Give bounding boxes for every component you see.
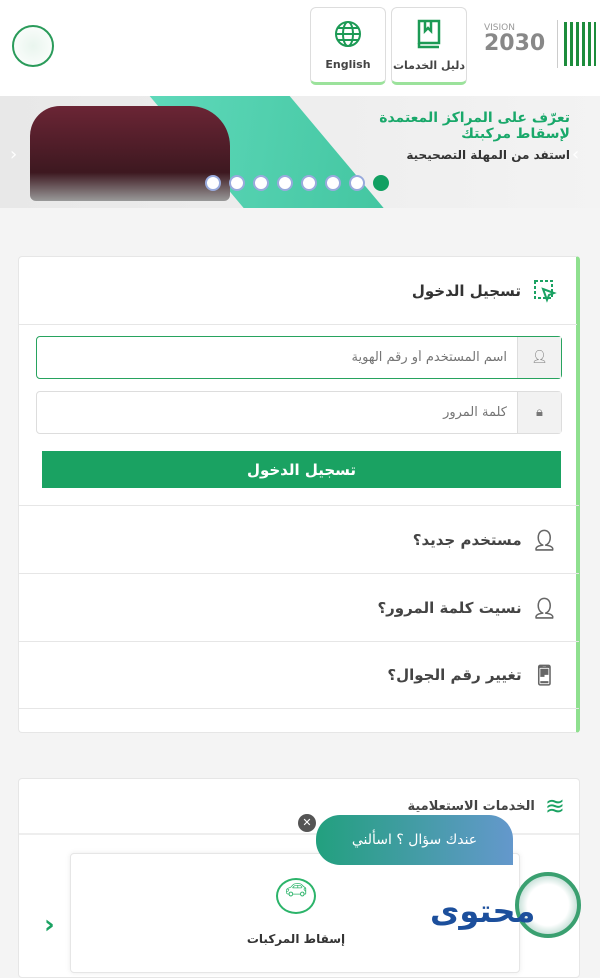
absher-logo <box>564 22 596 66</box>
book-icon <box>417 19 441 48</box>
login-title: تسجيل الدخول <box>411 281 521 300</box>
login-submit-button[interactable]: تسجيل الدخول <box>42 451 561 488</box>
carousel-dot[interactable] <box>349 175 365 191</box>
car-cancel-icon: 🚗︎ <box>276 878 316 914</box>
add-user-icon: 👤︎ <box>531 527 557 552</box>
globe-icon <box>335 20 361 47</box>
emblem-logo <box>12 25 54 67</box>
carousel-dot[interactable] <box>253 175 269 191</box>
english-label: English <box>325 57 371 71</box>
change-mobile-link[interactable]: 📱︎ تغيير رقم الجوال؟ <box>19 641 579 709</box>
watermark-logo: محتوى <box>430 892 536 930</box>
change-mobile-label: تغيير رقم الجوال؟ <box>387 666 522 684</box>
carousel-dot-active[interactable] <box>373 175 389 191</box>
layers-icon: ≋ <box>544 792 565 820</box>
service-label: إسقاط المركبات <box>246 932 346 946</box>
banner-caption: استفد من المهلة التصحيحية <box>406 148 570 162</box>
carousel-dots <box>205 175 389 191</box>
inquiry-title: الخدمات الاستعلامية <box>407 798 535 814</box>
header: English دليل الخدمات VISION 2030 <box>0 0 600 96</box>
banner-headline: تعرّف على المراكز المعتمدة <box>379 110 570 126</box>
carousel-dot[interactable] <box>325 175 341 191</box>
forgot-password-link[interactable]: 👤︎ نسيت كلمة المرور؟ <box>19 573 579 641</box>
login-cursor-icon <box>534 279 557 303</box>
car-image <box>30 106 230 201</box>
carousel-dot[interactable] <box>205 175 221 191</box>
carousel-dot[interactable] <box>301 175 317 191</box>
english-button[interactable]: English <box>310 7 386 85</box>
carousel-dot[interactable] <box>277 175 293 191</box>
carousel-left-arrow[interactable]: ‹ <box>44 910 55 940</box>
username-input[interactable] <box>37 337 517 378</box>
mobile-icon: 📱︎ <box>531 663 557 687</box>
promo-banner[interactable]: تعرّف على المراكز المعتمدة لإسقاط مركبتك… <box>0 96 600 208</box>
user-key-icon: 👤︎ <box>531 595 557 620</box>
carousel-prev-arrow[interactable]: ‹ <box>10 144 17 165</box>
new-user-label: مستخدم جديد؟ <box>412 530 522 549</box>
banner-subheadline: لإسقاط مركبتك <box>461 126 570 142</box>
username-field[interactable]: 👤︎ <box>36 336 562 379</box>
chat-bubble[interactable]: عندك سؤال ؟ اسألني <box>316 815 513 865</box>
carousel-next-arrow[interactable]: › <box>572 144 579 165</box>
new-user-link[interactable]: 👤︎ مستخدم جديد؟ <box>19 505 579 573</box>
user-icon: 👤︎ <box>517 337 561 378</box>
services-guide-button[interactable]: دليل الخدمات <box>391 7 467 85</box>
carousel-dot[interactable] <box>229 175 245 191</box>
vision-2030-logo: VISION 2030 <box>484 23 546 56</box>
lock-icon: 🔒︎ <box>517 392 561 433</box>
password-field[interactable]: 🔒︎ <box>36 391 562 434</box>
password-input[interactable] <box>37 392 517 433</box>
chat-close-icon[interactable]: ✕ <box>298 814 316 832</box>
services-guide-label: دليل الخدمات <box>392 58 466 72</box>
forgot-password-label: نسيت كلمة المرور؟ <box>377 598 522 617</box>
